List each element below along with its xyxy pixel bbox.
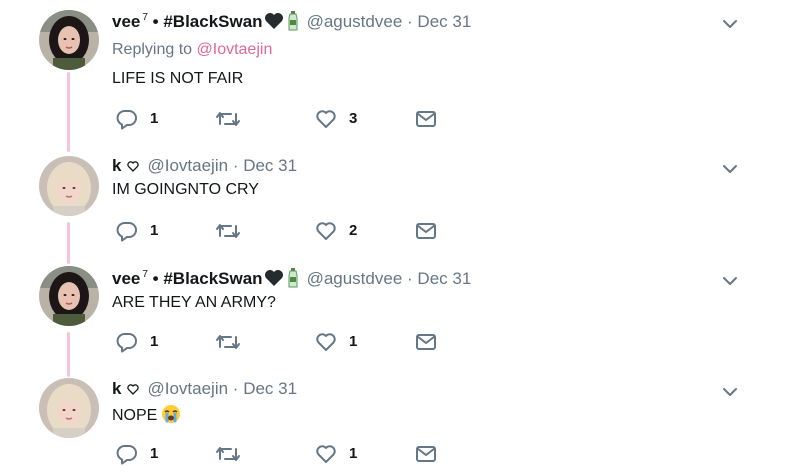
dm-button[interactable] <box>415 443 439 465</box>
like-button[interactable]: 1 <box>315 443 375 465</box>
tweet-header: k @Iovtaejin · Dec 31 <box>112 379 297 400</box>
loudly-crying-face-icon <box>161 404 181 429</box>
envelope-icon <box>416 446 436 462</box>
reply-count: 1 <box>150 445 159 462</box>
timestamp[interactable]: Dec 31 <box>243 379 297 398</box>
separator: · <box>232 379 239 398</box>
tweet-text-content: NOPE <box>112 407 158 424</box>
tweet-text: NOPE <box>112 404 181 429</box>
reply-icon <box>116 445 137 465</box>
retweet-button[interactable] <box>215 443 255 465</box>
heart-icon <box>316 445 336 463</box>
handle[interactable]: @Iovtaejin <box>147 379 228 398</box>
retweet-icon <box>216 447 240 461</box>
display-name[interactable]: k <box>112 379 121 398</box>
reply-button[interactable]: 1 <box>116 443 176 465</box>
chevron-down-icon[interactable] <box>722 384 738 400</box>
heart-outline-emoji-icon <box>127 380 140 400</box>
tweet[interactable]: k @Iovtaejin · Dec 31 NOPE 1 1 <box>0 0 786 472</box>
avatar[interactable] <box>39 378 99 438</box>
like-count: 1 <box>349 445 358 462</box>
